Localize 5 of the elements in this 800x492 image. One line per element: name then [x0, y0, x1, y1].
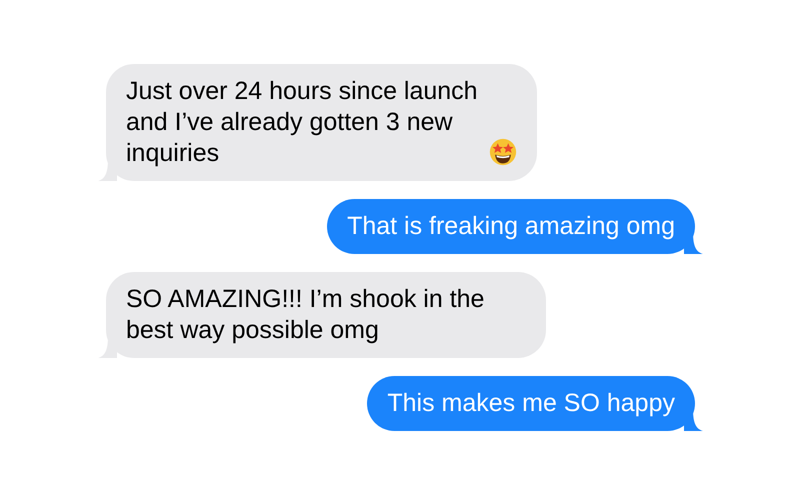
message-text: This makes me SO happy — [387, 389, 675, 417]
message-text: That is freaking amazing omg — [347, 212, 675, 240]
message-text: Just over 24 hours since launch and I’ve already gotten 3 new inquiries — [126, 76, 479, 169]
star-eyes-face-icon — [488, 138, 517, 166]
message-text: SO AMAZING!!! I’m shook in the best way possible omg — [126, 285, 484, 344]
